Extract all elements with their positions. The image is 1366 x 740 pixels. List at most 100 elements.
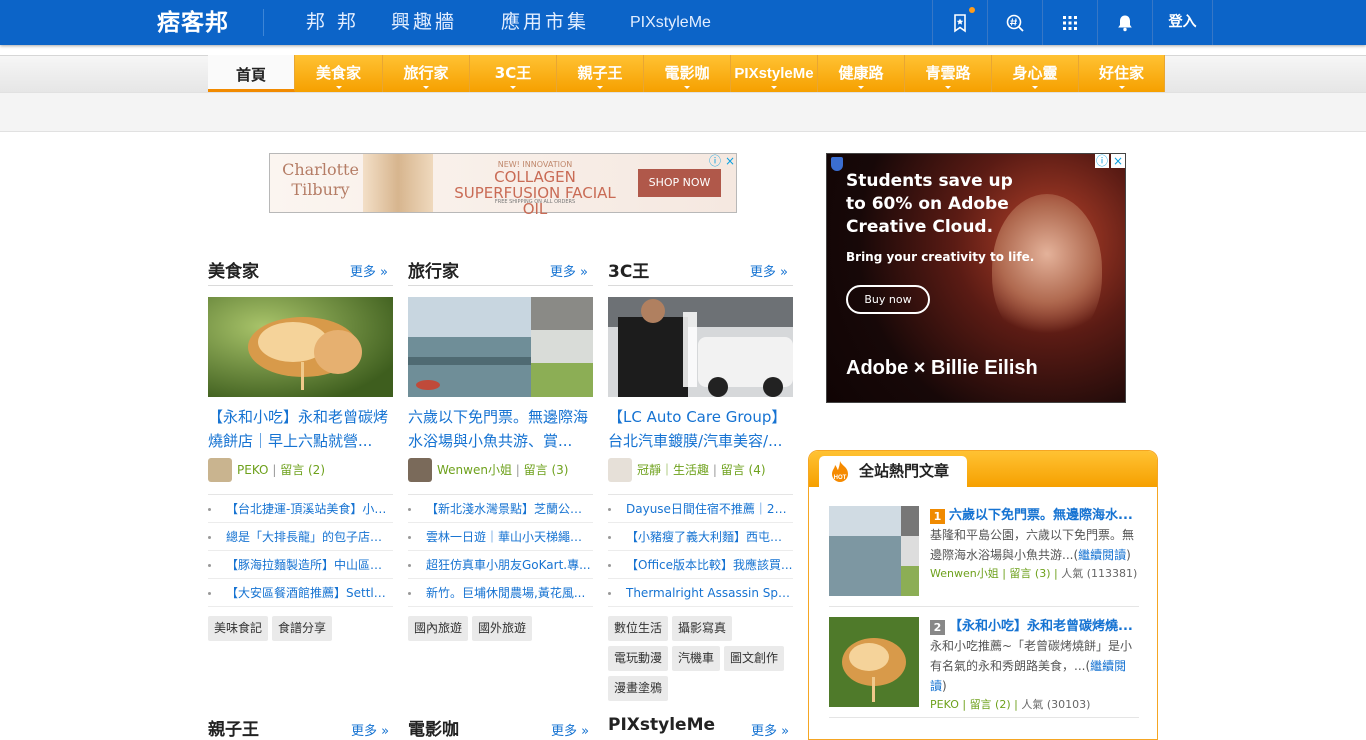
article-title[interactable]: 【永和小吃】永和老曾碳烤燒餅店｜早上六點就營... [208, 405, 393, 453]
more-link[interactable]: 更多 » [350, 261, 388, 280]
column-title[interactable]: 美食家 [208, 257, 259, 282]
list-item[interactable]: 【Office版本比較】我應該買... [608, 551, 793, 579]
popularity: 人氣 (30103) [1021, 698, 1091, 711]
tag[interactable]: 圖文創作 [724, 646, 785, 671]
cat-parenting-tab[interactable]: 親子王 [557, 55, 644, 92]
author-name[interactable]: Wenwen小姐 [930, 567, 999, 580]
cat-mind-tab[interactable]: 身心靈 [992, 55, 1079, 92]
hot-article-thumbnail[interactable] [829, 617, 919, 707]
list-item[interactable]: 新竹。巨埔休閒農場,黃花風... [408, 579, 593, 607]
tag[interactable]: 國內旅遊 [408, 616, 469, 641]
more-link[interactable]: 更多 » [751, 720, 789, 739]
comment-count[interactable]: 留言 (3) [1009, 567, 1050, 580]
article-title[interactable]: 【LC Auto Care Group】台北汽車鍍膜/汽車美容/... [608, 405, 793, 453]
hot-flame-icon: HOT [832, 461, 848, 482]
tag[interactable]: 汽機車 [672, 646, 721, 671]
list-item[interactable]: 【小豬瘦了義大利麵】西屯聚... [608, 523, 793, 551]
tag[interactable]: 漫畫塗鴉 [608, 676, 669, 701]
list-item[interactable]: 雲林一日遊｜華山小天梯繩索... [408, 523, 593, 551]
hot-articles-tab[interactable]: HOT 全站熱門文章 [819, 456, 967, 487]
adchoices-icon[interactable]: ⓘ [708, 154, 722, 168]
hot-article-desc: 基隆和平島公園，六歲以下免門票。無邊際海水浴場與小魚共游...(繼續閱讀) [930, 525, 1139, 565]
hot-article-thumbnail[interactable] [829, 506, 919, 596]
comment-count[interactable]: 留言 (3) [524, 463, 569, 477]
more-link[interactable]: 更多 » [551, 720, 589, 739]
ad-side-sub: Bring your creativity to life. [846, 250, 1035, 264]
hot-article-title[interactable]: 六歲以下免門票。無邊際海水... [949, 506, 1139, 526]
comment-count[interactable]: 留言 (2) [970, 698, 1011, 711]
site-logo[interactable]: 痞客邦 [157, 8, 229, 38]
more-link[interactable]: 更多 » [750, 261, 788, 280]
hot-articles-title: 全站熱門文章 [859, 462, 950, 480]
more-link[interactable]: 更多 » [351, 720, 389, 739]
tag[interactable]: 美味食記 [208, 616, 269, 641]
author-name[interactable]: PEKO [237, 463, 268, 477]
notifications-button[interactable] [1097, 0, 1152, 45]
nav-pixstyleme[interactable]: PIXstyleMe [630, 0, 711, 45]
ad-close-icon[interactable]: × [1111, 154, 1125, 168]
sub-category-bar [0, 92, 1366, 132]
cat-home-living-tab[interactable]: 好住家 [1079, 55, 1165, 92]
cat-health-tab[interactable]: 健康路 [818, 55, 905, 92]
hot-article-title[interactable]: 【永和小吃】永和老曾碳烤燒... [949, 617, 1139, 637]
comment-count[interactable]: 留言 (4) [721, 463, 766, 477]
article-title[interactable]: 六歲以下免門票。無邊際海水浴場與小魚共游、賞... [408, 405, 593, 453]
avatar[interactable] [208, 458, 232, 482]
cat-career-tab[interactable]: 青雲路 [905, 55, 992, 92]
apps-grid-icon [1063, 15, 1077, 30]
column-header: 旅行家 更多 » [408, 253, 593, 286]
ad-shop-button[interactable]: SHOP NOW [638, 169, 721, 197]
cat-movie-tab[interactable]: 電影咖 [644, 55, 731, 92]
bookmark-star-button[interactable] [932, 0, 987, 45]
tag[interactable]: 電玩動漫 [608, 646, 669, 671]
column-title[interactable]: PIXstyleMe [608, 715, 715, 735]
cat-home-tab[interactable]: 首頁 [208, 55, 295, 92]
nav-interest-wall[interactable]: 興趣牆 [391, 0, 457, 45]
desc-tail: ) [942, 679, 947, 693]
avatar[interactable] [408, 458, 432, 482]
article-thumbnail[interactable] [408, 297, 593, 397]
column-title[interactable]: 旅行家 [408, 257, 459, 282]
tag[interactable]: 數位生活 [608, 616, 669, 641]
ad-close-icon[interactable]: × [723, 154, 737, 168]
list-item[interactable]: Thermalright Assassin Spirit ... [608, 579, 793, 607]
list-item[interactable]: 【大安區餐酒館推薦】Settle ... [208, 579, 393, 607]
article-meta: PEKO | 留言 (2) [208, 458, 393, 482]
list-item[interactable]: 【新北淺水灣景點】芝蘭公園... [408, 495, 593, 523]
ad-buy-button[interactable]: Buy now [846, 285, 930, 314]
cat-pixstyleme-tab[interactable]: PIXstyleMe [731, 55, 818, 92]
nav-bangbang[interactable]: 邦 邦 [306, 0, 359, 45]
author-name[interactable]: 冠靜｜生活趣 [637, 463, 709, 477]
tag[interactable]: 國外旅遊 [472, 616, 533, 641]
author-name[interactable]: PEKO [930, 698, 959, 711]
comment-count[interactable]: 留言 (2) [280, 463, 325, 477]
column-title[interactable]: 3C王 [608, 257, 649, 282]
side-ad[interactable]: Students save up to 60% on Adobe Creativ… [826, 153, 1126, 403]
author-name[interactable]: Wenwen小姐 [437, 463, 512, 477]
more-link[interactable]: 更多 » [550, 261, 588, 280]
article-thumbnail[interactable] [208, 297, 393, 397]
nav-app-market[interactable]: 應用市集 [501, 0, 589, 45]
list-item[interactable]: 超狂仿真車小朋友GoKart.專... [408, 551, 593, 579]
article-thumbnail[interactable] [608, 297, 793, 397]
column-travel: 旅行家 更多 » 六歲以下免門票。無邊際海水浴場與小魚共游、賞... Wenwe… [408, 253, 593, 641]
adchoices-icon[interactable]: ⓘ [1095, 154, 1109, 168]
list-item[interactable]: 總是「大排長龍」的包子店！... [208, 523, 393, 551]
search-hash-button[interactable] [987, 0, 1042, 45]
cat-3c-tab[interactable]: 3C王 [470, 55, 557, 92]
apps-grid-button[interactable] [1042, 0, 1097, 45]
bell-icon [1118, 15, 1132, 31]
avatar[interactable] [608, 458, 632, 482]
list-item[interactable]: Dayuse日間住宿不推薦｜20... [608, 495, 793, 523]
cat-food-tab[interactable]: 美食家 [295, 55, 383, 92]
list-item[interactable]: 【台北捷運-頂溪站美食】小吃... [208, 495, 393, 523]
article-meta-text: PEKO | 留言 (2) [237, 463, 326, 477]
banner-ad[interactable]: Charlotte Tilbury NEW! INNOVATION COLLAG… [269, 153, 737, 217]
tag[interactable]: 攝影寫真 [672, 616, 733, 641]
read-more-link[interactable]: 繼續閱讀 [1078, 548, 1126, 562]
article-meta-text: 冠靜｜生活趣 | 留言 (4) [637, 463, 766, 477]
list-item[interactable]: 【豚海拉麵製造所】中山區拉... [208, 551, 393, 579]
cat-travel-tab[interactable]: 旅行家 [383, 55, 470, 92]
login-button[interactable]: 登入 [1152, 0, 1213, 45]
tag[interactable]: 食譜分享 [272, 616, 333, 641]
